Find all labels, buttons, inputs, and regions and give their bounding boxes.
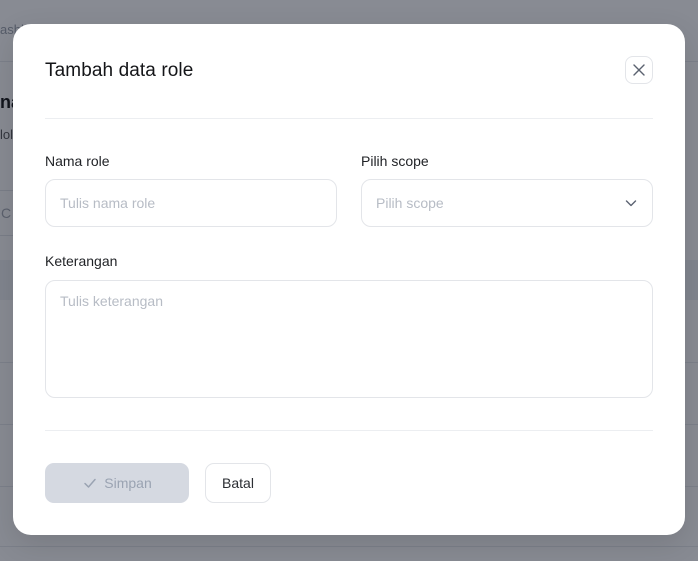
close-button[interactable]	[625, 56, 653, 84]
chevron-down-icon	[625, 200, 637, 207]
scope-label: Pilih scope	[361, 153, 429, 169]
cancel-button[interactable]: Batal	[205, 463, 271, 503]
description-label: Keterangan	[45, 253, 118, 269]
role-name-input[interactable]	[45, 179, 337, 227]
description-textarea[interactable]	[45, 280, 653, 398]
save-button-label: Simpan	[104, 475, 152, 491]
header-divider	[45, 118, 653, 119]
close-icon	[633, 64, 645, 76]
check-icon	[84, 478, 97, 488]
cancel-button-label: Batal	[222, 475, 254, 491]
role-name-label: Nama role	[45, 153, 110, 169]
scope-select[interactable]: Pilih scope	[361, 179, 653, 227]
save-button[interactable]: Simpan	[45, 463, 189, 503]
add-role-modal: Tambah data role Nama role Pilih scope P…	[13, 24, 685, 535]
scope-select-placeholder: Pilih scope	[376, 195, 444, 211]
modal-title: Tambah data role	[45, 60, 194, 81]
footer-divider	[45, 430, 653, 431]
